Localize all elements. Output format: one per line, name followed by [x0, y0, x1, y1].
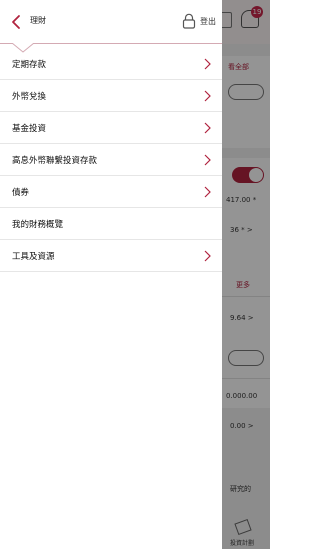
- chevron-right-icon: [204, 154, 211, 166]
- menu-item-label: 高息外幣聯繫投資存款: [12, 156, 98, 166]
- menu-item-label: 定期存款: [12, 60, 47, 70]
- menu-item-funds[interactable]: 基金投資: [0, 112, 222, 144]
- lock-icon[interactable]: [182, 13, 196, 29]
- chevron-right-icon: [204, 250, 211, 262]
- menu-item-fixed-deposit[interactable]: 定期存款: [0, 48, 222, 80]
- menu-item-label: 我的財務概覽: [12, 220, 64, 230]
- drawer-menu: 定期存款 外幣兌換 基金投資 高息外幣聯繫投資存款 債券 我的財務概覽 工具及資…: [0, 48, 222, 272]
- menu-item-financial-overview[interactable]: 我的財務概覽: [0, 208, 222, 240]
- menu-item-label: 基金投資: [12, 124, 47, 134]
- chevron-right-icon: [204, 122, 211, 134]
- logout-button[interactable]: 登出: [200, 16, 216, 27]
- drawer-header: 理財 登出: [0, 0, 222, 53]
- chevron-right-icon: [204, 58, 211, 70]
- side-drawer: 理財 登出 定期存款 外幣兌換 基金投資 高息外幣聯繫投資存款 債券 我的財務概…: [0, 0, 222, 549]
- back-arrow-icon[interactable]: [8, 13, 26, 31]
- menu-item-bonds[interactable]: 債券: [0, 176, 222, 208]
- chevron-right-icon: [204, 90, 211, 102]
- menu-item-fx-exchange[interactable]: 外幣兌換: [0, 80, 222, 112]
- menu-item-linked-deposit[interactable]: 高息外幣聯繫投資存款: [0, 144, 222, 176]
- menu-item-label: 工具及資源: [12, 252, 55, 262]
- drawer-title: 理財: [30, 16, 46, 25]
- menu-item-tools[interactable]: 工具及資源: [0, 240, 222, 272]
- chevron-right-icon: [204, 186, 211, 198]
- menu-item-label: 外幣兌換: [12, 92, 47, 102]
- menu-item-label: 債券: [12, 188, 30, 198]
